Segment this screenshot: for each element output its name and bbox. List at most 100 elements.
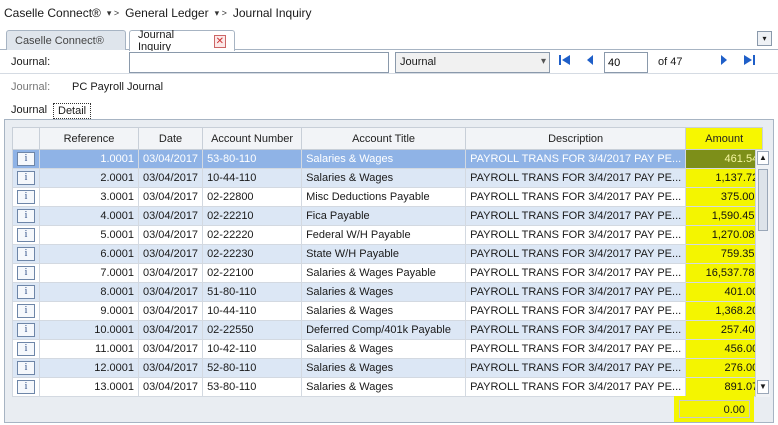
- tab-journal[interactable]: Journal: [7, 103, 51, 119]
- scroll-down-icon[interactable]: ▼: [757, 380, 769, 394]
- column-header-amount[interactable]: Amount: [685, 127, 764, 150]
- row-info-button[interactable]: i: [12, 206, 40, 226]
- cell-date: 03/04/2017: [137, 339, 204, 359]
- cell-description: PAYROLL TRANS FOR 3/4/2017 PAY PE...: [465, 320, 687, 340]
- cell-date: 03/04/2017: [137, 377, 204, 397]
- cell-account-number: 02-22550: [202, 320, 303, 340]
- cell-description: PAYROLL TRANS FOR 3/4/2017 PAY PE...: [465, 244, 687, 264]
- table-row[interactable]: i 6.0001 03/04/2017 02-22230 State W/H Payab…: [12, 244, 764, 264]
- info-icon[interactable]: i: [17, 361, 35, 375]
- breadcrumb-general-ledger[interactable]: General Ledger: [125, 6, 208, 20]
- table-row[interactable]: i 8.0001 03/04/2017 51-80-110 Salaries & Wag…: [12, 282, 764, 302]
- row-info-button[interactable]: i: [12, 320, 40, 340]
- info-icon[interactable]: i: [17, 190, 35, 204]
- scrollbar-thumb[interactable]: [758, 169, 768, 231]
- breadcrumb-separator[interactable]: ▾ >: [107, 8, 119, 19]
- amount-total: 0.00: [679, 400, 750, 418]
- page-number-input[interactable]: [604, 52, 648, 73]
- cell-account-title: Federal W/H Payable: [301, 225, 467, 245]
- row-info-button[interactable]: i: [12, 377, 40, 397]
- row-info-button[interactable]: i: [12, 263, 40, 283]
- breadcrumb-caselle-connect[interactable]: Caselle Connect®: [4, 6, 101, 20]
- last-page-icon[interactable]: [741, 54, 757, 70]
- cell-account-title: Misc Deductions Payable: [301, 187, 467, 207]
- info-icon[interactable]: i: [17, 228, 35, 242]
- table-row[interactable]: i 3.0001 03/04/2017 02-22800 Misc Deductions…: [12, 187, 764, 207]
- row-info-button[interactable]: i: [12, 358, 40, 378]
- cell-reference: 3.0001: [39, 187, 139, 207]
- tab-label: Caselle Connect®: [15, 34, 104, 47]
- table-row[interactable]: i 9.0001 03/04/2017 10-44-110 Salaries & Wag…: [12, 301, 764, 321]
- cell-account-title: Salaries & Wages: [301, 358, 467, 378]
- cell-amount: 891.07: [685, 377, 764, 397]
- cell-reference: 9.0001: [39, 301, 139, 321]
- row-info-button[interactable]: i: [12, 301, 40, 321]
- cell-account-title: Salaries & Wages: [301, 282, 467, 302]
- cell-reference: 11.0001: [39, 339, 139, 359]
- info-icon[interactable]: i: [17, 323, 35, 337]
- row-info-button[interactable]: i: [12, 282, 40, 302]
- tab-caselle-connect[interactable]: Caselle Connect®: [6, 30, 126, 50]
- info-icon[interactable]: i: [17, 380, 35, 394]
- cell-amount: 1,368.20: [685, 301, 764, 321]
- close-tab-icon[interactable]: ✕: [213, 34, 226, 48]
- cell-account-number: 53-80-110: [202, 149, 303, 169]
- column-header-reference[interactable]: Reference: [39, 127, 139, 150]
- cell-reference: 13.0001: [39, 377, 139, 397]
- tab-detail[interactable]: Detail: [53, 103, 92, 119]
- info-icon[interactable]: i: [17, 247, 35, 261]
- cell-date: 03/04/2017: [137, 206, 204, 226]
- cell-account-number: 10-42-110: [202, 339, 303, 359]
- first-page-icon[interactable]: [557, 54, 573, 70]
- breadcrumb-separator[interactable]: ▾ >: [215, 8, 227, 19]
- table-row[interactable]: i 5.0001 03/04/2017 02-22220 Federal W/H Pay…: [12, 225, 764, 245]
- info-icon[interactable]: i: [17, 171, 35, 185]
- cell-description: PAYROLL TRANS FOR 3/4/2017 PAY PE...: [465, 187, 687, 207]
- column-header-date[interactable]: Date: [137, 127, 204, 150]
- info-icon[interactable]: i: [17, 209, 35, 223]
- table-row[interactable]: i 12.0001 03/04/2017 52-80-110 Salaries & Wa…: [12, 358, 764, 378]
- info-icon[interactable]: i: [17, 285, 35, 299]
- info-icon[interactable]: i: [17, 266, 35, 280]
- cell-reference: 8.0001: [39, 282, 139, 302]
- tab-menu-chevron-icon[interactable]: ▾: [757, 31, 772, 46]
- cell-account-title: Salaries & Wages: [301, 301, 467, 321]
- cell-date: 03/04/2017: [137, 168, 204, 188]
- info-icon[interactable]: i: [17, 342, 35, 356]
- row-info-button[interactable]: i: [12, 339, 40, 359]
- journal-type-select[interactable]: Journal ▾: [395, 52, 550, 73]
- info-icon[interactable]: i: [17, 304, 35, 318]
- cell-amount: 759.35-: [685, 244, 764, 264]
- row-info-button[interactable]: i: [12, 187, 40, 207]
- row-info-button[interactable]: i: [12, 244, 40, 264]
- cell-amount: 16,537.78-: [685, 263, 764, 283]
- table-row[interactable]: i 4.0001 03/04/2017 02-22210 Fica Payable PAY…: [12, 206, 764, 226]
- cell-account-title: Salaries & Wages: [301, 339, 467, 359]
- cell-reference: 6.0001: [39, 244, 139, 264]
- tab-journal-inquiry[interactable]: Journal Inquiry ✕: [129, 29, 235, 53]
- scroll-up-icon[interactable]: ▲: [757, 151, 769, 165]
- table-row[interactable]: i 11.0001 03/04/2017 10-42-110 Salaries & Wa…: [12, 339, 764, 359]
- row-info-button[interactable]: i: [12, 149, 40, 169]
- next-page-icon[interactable]: [716, 54, 732, 70]
- cell-amount: 1,590.45-: [685, 206, 764, 226]
- table-row[interactable]: i 1.0001 03/04/2017 53-80-110 Salaries & Wag…: [12, 149, 764, 169]
- column-header-description[interactable]: Description: [465, 127, 687, 150]
- table-row[interactable]: i 7.0001 03/04/2017 02-22100 Salaries & Wage…: [12, 263, 764, 283]
- column-header-account-number[interactable]: Account Number: [202, 127, 303, 150]
- journal-search-input[interactable]: [129, 52, 389, 73]
- previous-page-icon[interactable]: [582, 54, 598, 70]
- breadcrumb: Caselle Connect® ▾ > General Ledger ▾ > …: [0, 0, 778, 26]
- info-icon[interactable]: i: [17, 152, 35, 166]
- column-header-account-title[interactable]: Account Title: [301, 127, 467, 150]
- cell-reference: 12.0001: [39, 358, 139, 378]
- vertical-scrollbar[interactable]: ▲ ▼: [755, 150, 770, 397]
- cell-date: 03/04/2017: [137, 187, 204, 207]
- cell-reference: 5.0001: [39, 225, 139, 245]
- table-row[interactable]: i 13.0001 03/04/2017 53-80-110 Salaries & Wa…: [12, 377, 764, 397]
- table-row[interactable]: i 2.0001 03/04/2017 10-44-110 Salaries & Wag…: [12, 168, 764, 188]
- row-info-button[interactable]: i: [12, 225, 40, 245]
- table-row[interactable]: i 10.0001 03/04/2017 02-22550 Deferred Comp/…: [12, 320, 764, 340]
- cell-description: PAYROLL TRANS FOR 3/4/2017 PAY PE...: [465, 377, 687, 397]
- row-info-button[interactable]: i: [12, 168, 40, 188]
